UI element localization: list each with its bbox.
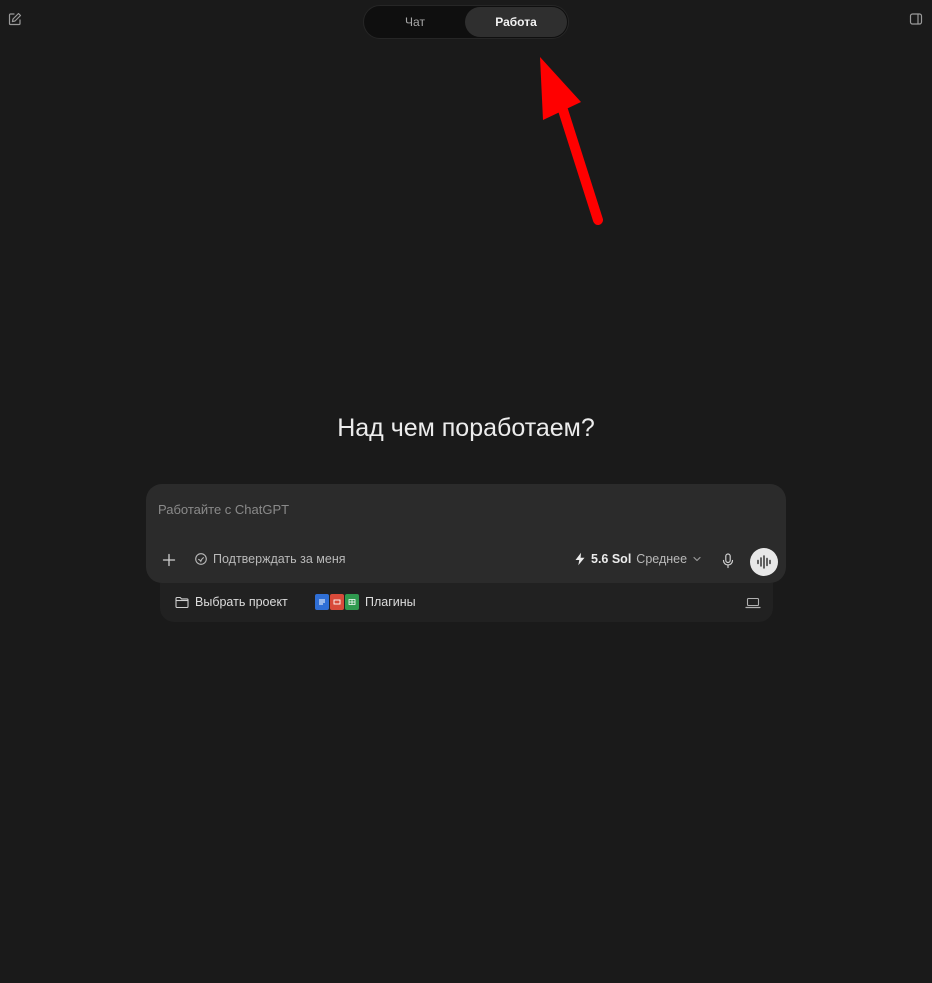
sidebar-toggle-icon[interactable]	[905, 8, 927, 30]
select-project-label: Выбрать проект	[195, 595, 288, 609]
select-project-button[interactable]: Выбрать проект	[175, 595, 288, 609]
lightning-icon	[575, 552, 585, 566]
composer: Подтверждать за меня 5.6 Sol Среднее	[146, 484, 786, 583]
voice-mode-button[interactable]	[750, 548, 778, 576]
model-selector[interactable]: 5.6 Sol Среднее	[574, 552, 702, 566]
add-attachment-button[interactable]	[159, 550, 179, 570]
auto-confirm-label: Подтверждать за меня	[213, 552, 346, 566]
composer-subbar: Выбрать проект Плагины	[160, 583, 773, 622]
pdf-doc-icon	[330, 594, 344, 610]
mode-switch: Чат Работа	[363, 5, 569, 39]
model-name: 5.6 Sol	[591, 552, 632, 566]
app-window: Чат Работа Над чем поработаем? Подтвержд…	[0, 0, 932, 983]
word-doc-icon	[315, 594, 329, 610]
chevron-down-icon	[693, 556, 701, 562]
spreadsheet-icon	[345, 594, 359, 610]
dictate-button[interactable]	[719, 551, 737, 571]
auto-confirm-icon	[195, 553, 207, 565]
microphone-icon	[722, 553, 734, 569]
voice-waveform-icon	[757, 555, 771, 569]
composer-toolbar: Подтверждать за меня 5.6 Sol Среднее	[146, 546, 786, 576]
model-effort-level: Среднее	[636, 552, 688, 566]
folder-icon	[175, 596, 189, 608]
plus-icon	[162, 553, 176, 567]
tab-work[interactable]: Работа	[465, 7, 567, 37]
new-chat-icon[interactable]	[4, 8, 26, 30]
page-headline: Над чем поработаем?	[337, 414, 595, 442]
plugin-icons	[315, 594, 359, 610]
plugins-button[interactable]: Плагины	[315, 594, 416, 610]
prompt-input[interactable]	[158, 498, 758, 520]
laptop-icon[interactable]	[744, 596, 762, 610]
auto-confirm-toggle[interactable]: Подтверждать за меня	[194, 552, 346, 566]
plugins-label: Плагины	[365, 595, 416, 609]
tab-chat[interactable]: Чат	[366, 7, 464, 37]
